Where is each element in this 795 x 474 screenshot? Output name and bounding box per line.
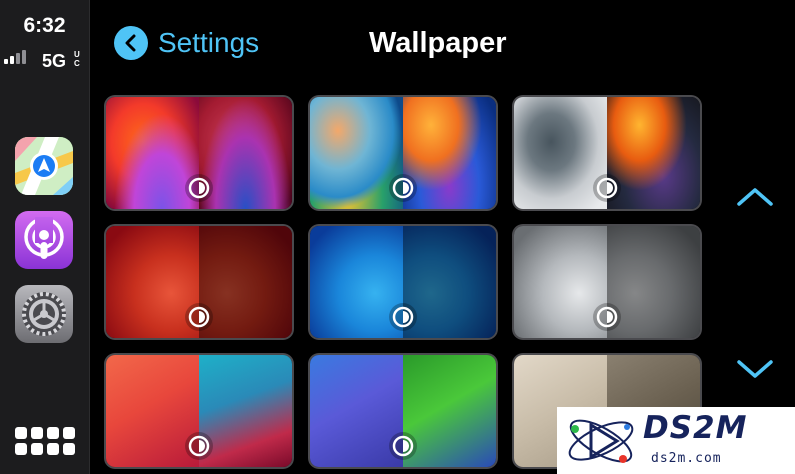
wallpaper-tile-coral-teal[interactable] <box>106 355 292 467</box>
sidebar: 6:32 5G U C <box>0 0 90 474</box>
watermark: DS2M ds2m.com <box>557 407 795 474</box>
wallpaper-tile-blue-green[interactable] <box>310 355 496 467</box>
wallpaper-tile-blue[interactable] <box>310 226 496 338</box>
wallpaper-tile-red-orange[interactable] <box>106 97 292 209</box>
status-time: 6:32 <box>23 14 66 37</box>
wallpaper-tile-blue-yellow[interactable] <box>310 97 496 209</box>
appearance-toggle-icon[interactable] <box>185 432 213 460</box>
wallpaper-tile-gray-orange[interactable] <box>514 97 700 209</box>
signal-strength-icon <box>4 50 26 64</box>
podcasts-app-button[interactable] <box>15 211 73 269</box>
podcasts-icon <box>24 217 64 259</box>
appearance-toggle-icon[interactable] <box>389 174 417 202</box>
wallpaper-tile-red[interactable] <box>106 226 292 338</box>
settings-gear-icon <box>22 292 66 336</box>
appearance-toggle-icon[interactable] <box>389 432 417 460</box>
chevron-down-icon <box>737 360 773 378</box>
chevron-left-icon <box>114 26 148 60</box>
back-button[interactable]: Settings <box>114 26 259 60</box>
appearance-toggle-icon[interactable] <box>389 303 417 331</box>
chevron-up-icon <box>737 188 773 206</box>
scroll-down-button[interactable] <box>735 358 775 385</box>
scroll-up-button[interactable] <box>735 186 775 213</box>
network-type-suffix: U C <box>74 50 80 68</box>
appearance-toggle-icon[interactable] <box>593 174 621 202</box>
appearance-toggle-icon[interactable] <box>185 174 213 202</box>
watermark-logo-icon <box>568 419 634 463</box>
network-type: 5G <box>42 51 67 71</box>
page-title: Wallpaper <box>369 27 507 59</box>
maps-app-button[interactable] <box>15 137 73 195</box>
maps-icon <box>15 137 73 195</box>
watermark-brand: DS2M <box>643 410 748 446</box>
wallpaper-tile-gray[interactable] <box>514 226 700 338</box>
back-button-label: Settings <box>158 27 260 58</box>
appearance-toggle-icon[interactable] <box>593 303 621 331</box>
watermark-domain: ds2m.com <box>651 451 722 466</box>
settings-app-button[interactable] <box>15 285 73 343</box>
app-grid-icon[interactable] <box>15 427 75 461</box>
appearance-toggle-icon[interactable] <box>185 303 213 331</box>
